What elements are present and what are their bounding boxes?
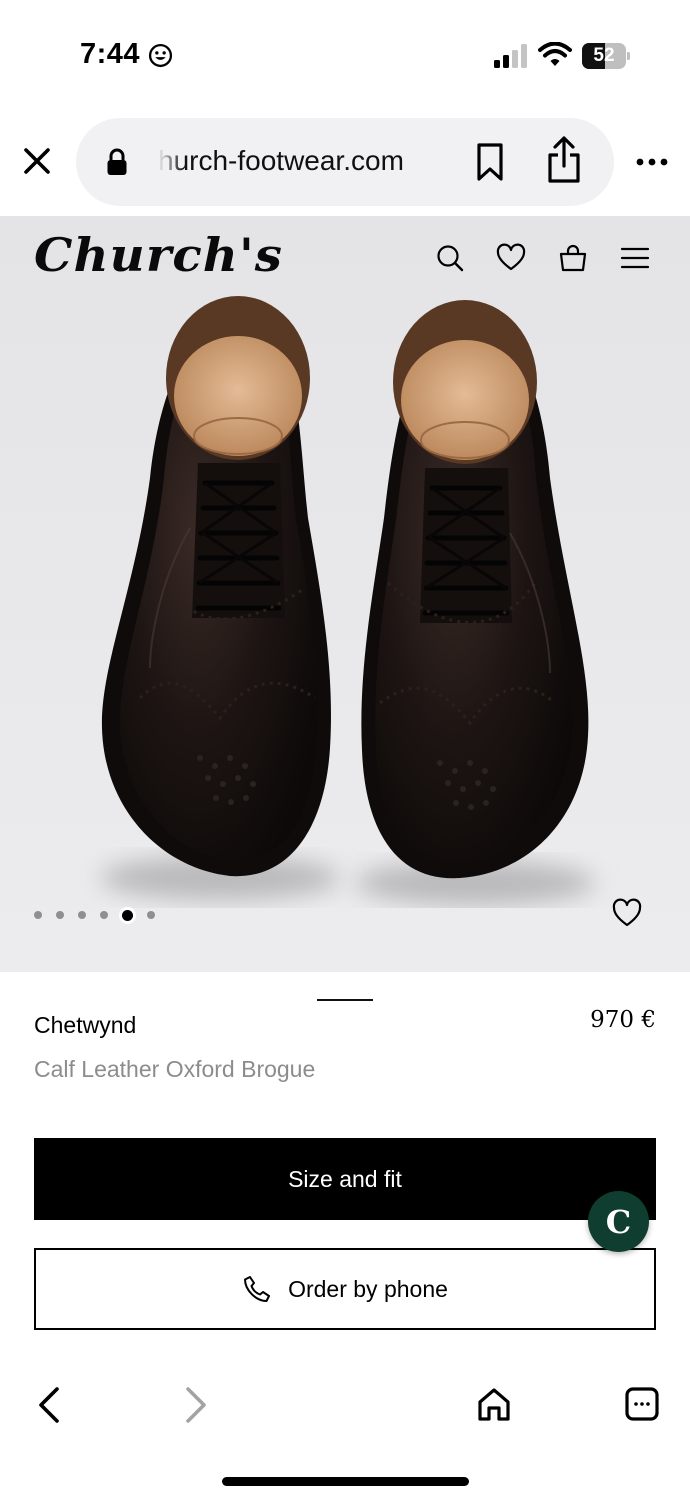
forward-icon[interactable] [183,1386,209,1424]
size-and-fit-label: Size and fit [288,1165,402,1192]
close-icon[interactable] [20,144,54,178]
product-hero: Church's [0,216,690,972]
menu-icon[interactable] [619,242,651,274]
left-shoe [101,296,331,877]
size-and-fit-button[interactable]: Size and fit [34,1138,656,1220]
battery-level: 52 [593,45,615,66]
phone-icon [244,1276,271,1302]
url-field[interactable]: hurch-footwear.com [76,118,614,206]
carousel-pagination[interactable] [34,908,155,922]
cellular-signal-icon [494,44,527,68]
bookmark-icon[interactable] [475,142,505,182]
chat-widget-button[interactable]: C [588,1191,649,1252]
right-shoe [361,300,589,879]
order-by-phone-button[interactable]: Order by phone [34,1248,656,1330]
wifi-icon [538,42,572,66]
battery-icon: 52 [582,43,630,69]
status-time: 7:44 [80,38,141,70]
product-image[interactable] [80,288,620,908]
heart-icon[interactable] [495,242,527,274]
product-price: 970 € [590,1007,656,1033]
product-name: Chetwynd [34,1012,137,1038]
search-icon[interactable] [434,242,466,274]
carousel-dot[interactable] [34,911,42,919]
carousel-dot[interactable] [56,911,64,919]
chat-badge-letter: C [605,1202,632,1241]
share-icon[interactable] [546,136,582,184]
carousel-dot[interactable] [78,911,86,919]
sheet-handle[interactable] [317,999,373,1001]
back-icon[interactable] [36,1386,62,1424]
site-logo[interactable]: Church's [34,228,283,282]
lock-icon [107,148,127,175]
carousel-dot[interactable] [147,911,155,919]
status-bar: 7:44 52 [0,0,690,110]
carousel-dot[interactable] [100,911,108,919]
carousel-dot[interactable] [122,909,133,921]
home-indicator[interactable] [222,1477,469,1486]
wishlist-heart-icon[interactable] [611,898,643,928]
product-description: Calf Leather Oxford Brogue [34,1056,316,1082]
home-icon[interactable] [476,1386,512,1422]
order-by-phone-label: Order by phone [288,1275,448,1302]
smiley-icon [148,43,173,68]
browser-address-bar: hurch-footwear.com [0,110,690,216]
url-text: hurch-footwear.com [158,145,404,176]
more-icon[interactable] [634,150,670,174]
tabs-icon[interactable] [624,1386,660,1422]
bag-icon[interactable] [557,242,589,274]
